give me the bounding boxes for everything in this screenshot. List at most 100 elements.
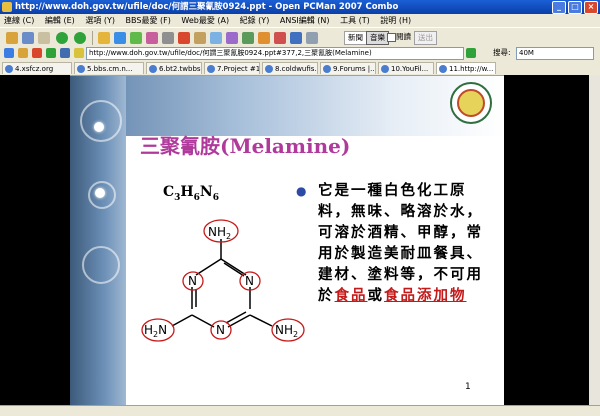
go-forward-icon[interactable] bbox=[60, 48, 70, 58]
atom-label: N bbox=[216, 323, 225, 337]
menu-ansi-edit[interactable]: ANSI編輯 (N) bbox=[280, 16, 330, 25]
tab-label: 11.http://w... bbox=[449, 65, 494, 73]
favorite-icon[interactable] bbox=[74, 48, 84, 58]
stop-icon[interactable] bbox=[178, 32, 190, 44]
user-icon[interactable] bbox=[290, 32, 302, 44]
vertical-scrollbar[interactable] bbox=[589, 75, 600, 405]
menu-tools[interactable]: 工具 (T) bbox=[340, 16, 370, 25]
viewer-margin-right bbox=[504, 75, 600, 405]
highlight-text: 食品添加物 bbox=[384, 287, 467, 304]
tab-label: 4.xsfcz.org bbox=[15, 65, 54, 73]
minimize-button[interactable]: _ bbox=[552, 1, 566, 14]
home-icon[interactable] bbox=[194, 32, 206, 44]
tab-4[interactable]: 7.Project #1 | bbox=[204, 62, 260, 74]
tab-label: 6.bt2.twbbs... bbox=[159, 65, 201, 73]
menu-bar: 連線 (C) 編輯 (E) 選項 (Y) BBS最愛 (F) Web最愛 (A)… bbox=[0, 14, 600, 27]
tab-label: 5.bbs.cm.n... bbox=[87, 65, 133, 73]
folder-icon[interactable] bbox=[98, 32, 110, 44]
bond-line bbox=[195, 258, 222, 276]
formula-element: H bbox=[180, 184, 194, 200]
news-button[interactable]: 新聞 bbox=[344, 31, 367, 45]
search-input[interactable]: 40M bbox=[516, 47, 594, 60]
globe-icon[interactable] bbox=[4, 48, 14, 58]
map-icon[interactable] bbox=[242, 32, 254, 44]
close-tab-icon[interactable] bbox=[32, 48, 42, 58]
link-icon[interactable] bbox=[130, 32, 142, 44]
maximize-button[interactable]: □ bbox=[568, 1, 582, 14]
tab-3[interactable]: 6.bt2.twbbs... bbox=[146, 62, 202, 74]
tab-1[interactable]: 4.xsfcz.org bbox=[2, 62, 72, 74]
highlight-text: 食品 bbox=[334, 287, 368, 304]
menu-connect[interactable]: 連線 (C) bbox=[4, 16, 34, 25]
send-button[interactable]: 送出 bbox=[414, 31, 437, 45]
app-icon bbox=[2, 2, 12, 12]
tab-icon bbox=[381, 65, 389, 73]
music-button[interactable]: 音樂 bbox=[366, 31, 389, 45]
menu-history[interactable]: 紀錄 (Y) bbox=[240, 16, 270, 25]
address-input[interactable]: http://www.doh.gov.tw/ufile/doc/何謂三聚氰胺09… bbox=[86, 47, 464, 60]
menu-options[interactable]: 選項 (Y) bbox=[85, 16, 115, 25]
connect-icon[interactable] bbox=[6, 32, 18, 44]
go-back-icon[interactable] bbox=[46, 48, 56, 58]
bond-line bbox=[220, 258, 247, 276]
star-icon[interactable] bbox=[258, 32, 270, 44]
menu-web-favorites[interactable]: Web最愛 (A) bbox=[181, 16, 229, 25]
atom-label: NH2 bbox=[208, 225, 231, 241]
window-title: http://www.doh.gov.tw/ufile/doc/何謂三聚氰胺09… bbox=[15, 2, 399, 12]
mail-icon[interactable] bbox=[210, 32, 222, 44]
copy-icon[interactable] bbox=[162, 32, 174, 44]
tab-bar: 4.xsfcz.org 5.bbs.cm.n... 6.bt2.twbbs...… bbox=[0, 61, 600, 76]
print-icon[interactable] bbox=[226, 32, 238, 44]
tab-icon bbox=[323, 65, 331, 73]
decor-dot-icon bbox=[94, 122, 104, 132]
settings-icon[interactable] bbox=[146, 32, 158, 44]
bookmark-icon[interactable] bbox=[18, 48, 28, 58]
refresh-icon[interactable] bbox=[114, 32, 126, 44]
main-toolbar: 新聞 音樂 閱讀 送出 bbox=[0, 27, 600, 48]
bond-line bbox=[171, 314, 193, 327]
tab-7[interactable]: 10.YouFil... bbox=[378, 62, 434, 74]
close-button[interactable]: × bbox=[584, 1, 598, 14]
tab-label: 10.YouFil... bbox=[391, 65, 429, 73]
read-label: 閱讀 bbox=[396, 32, 411, 41]
tab-5[interactable]: 8.coldwufis... bbox=[262, 62, 318, 74]
slide-title: 三聚氰胺(Melamine) bbox=[140, 134, 351, 158]
go-icon[interactable] bbox=[466, 48, 476, 58]
menu-help[interactable]: 說明 (H) bbox=[380, 16, 411, 25]
atom-label: H2N bbox=[144, 323, 167, 339]
tab-icon bbox=[265, 65, 273, 73]
atom-label: N bbox=[188, 274, 197, 288]
logo-emblem-icon bbox=[457, 89, 485, 117]
status-bar bbox=[0, 405, 600, 416]
bond-line bbox=[191, 314, 215, 328]
decor-ring-icon bbox=[82, 246, 120, 284]
dropdown-icon[interactable] bbox=[22, 32, 34, 44]
decor-ring-icon bbox=[80, 100, 122, 142]
read-checkbox[interactable] bbox=[387, 33, 396, 42]
tab-icon bbox=[207, 65, 215, 73]
window-controls: _ □ × bbox=[552, 1, 598, 14]
search-label: 搜尋: bbox=[493, 48, 511, 57]
formula-element: N bbox=[199, 184, 213, 200]
menu-edit[interactable]: 編輯 (E) bbox=[45, 16, 75, 25]
tab-label: 7.Project #1 | bbox=[217, 65, 260, 73]
tab-8-active[interactable]: 11.http://w... bbox=[436, 62, 496, 74]
tab-6[interactable]: 9.Forums |... bbox=[320, 62, 376, 74]
forward-icon[interactable] bbox=[74, 32, 86, 44]
tab-icon bbox=[5, 65, 13, 73]
clipboard-icon[interactable] bbox=[306, 32, 318, 44]
bond-line bbox=[227, 314, 251, 328]
melamine-structure-diagram: NH2 N N N H2N NH2 bbox=[141, 219, 305, 342]
tab-label: 9.Forums |... bbox=[333, 65, 376, 73]
bullet-icon: ● bbox=[296, 184, 307, 198]
back-icon[interactable] bbox=[56, 32, 68, 44]
tab-icon bbox=[439, 65, 447, 73]
chemical-formula: C3H6N6 bbox=[163, 184, 219, 203]
list-icon[interactable] bbox=[38, 32, 50, 44]
image-icon[interactable] bbox=[274, 32, 286, 44]
decor-dot-icon bbox=[95, 188, 105, 198]
formula-subscript: 6 bbox=[212, 192, 219, 203]
menu-bbs-favorites[interactable]: BBS最愛 (F) bbox=[126, 16, 171, 25]
window-titlebar: http://www.doh.gov.tw/ufile/doc/何謂三聚氰胺09… bbox=[0, 0, 600, 14]
tab-2[interactable]: 5.bbs.cm.n... bbox=[74, 62, 144, 74]
